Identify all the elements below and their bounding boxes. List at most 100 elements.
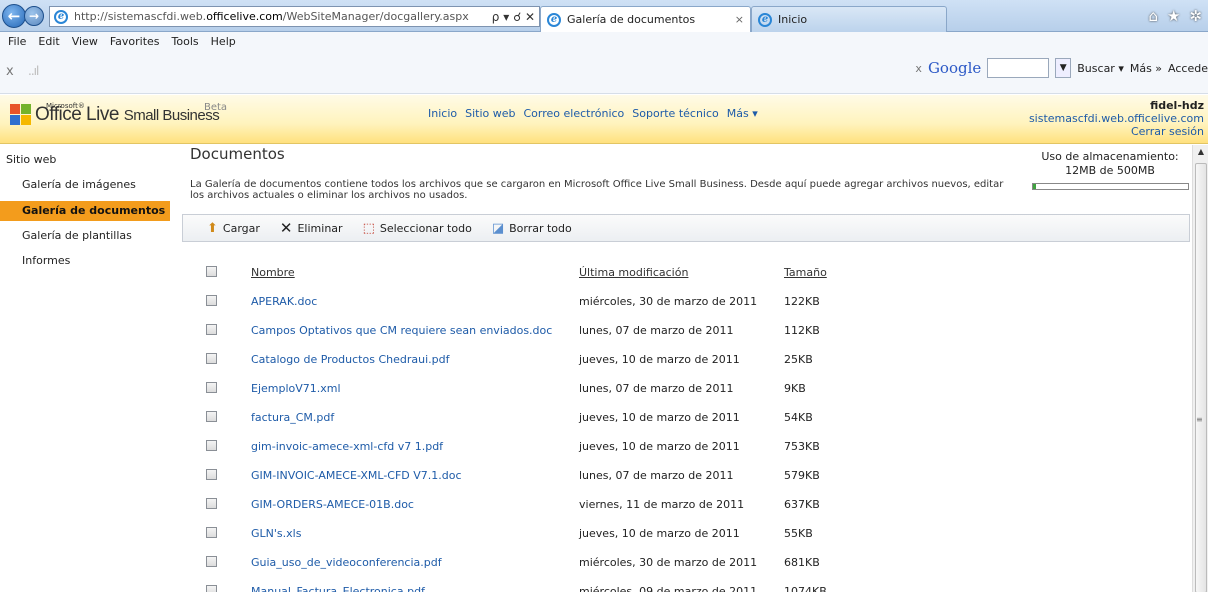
page-description: La Galería de documentos contiene todos … (190, 179, 1004, 201)
scrollbar-thumb[interactable] (1195, 163, 1207, 592)
leftnav-galeria-plantillas[interactable]: Galería de plantillas (0, 226, 170, 246)
close-toolbar-icon[interactable]: x (6, 64, 14, 79)
close-tab-icon[interactable]: × (735, 13, 744, 26)
google-search-input[interactable] (987, 58, 1050, 78)
forward-arrow-icon[interactable]: → (24, 6, 44, 26)
modified-date: lunes, 07 de marzo de 2011 (579, 382, 734, 395)
document-link[interactable]: gim-invoic-amece-xml-cfd v7 1.pdf (251, 440, 443, 453)
microsoft-label: Microsoft® (46, 102, 85, 110)
google-buscar-button[interactable]: Buscar ▾ (1077, 62, 1124, 75)
office-live-logo[interactable]: Microsoft® Office Live Small Business (10, 102, 220, 126)
command-toolbar: x ..ıl x Google ▼ Buscar ▾ Más » Accede (0, 50, 1208, 94)
logout-link[interactable]: Cerrar sesión (1029, 125, 1204, 138)
column-header-size[interactable]: Tamaño (784, 266, 827, 279)
menu-tools[interactable]: Tools (172, 35, 199, 48)
tab-galeria-documentos[interactable]: e Galería de documentos × (540, 6, 751, 32)
google-mas-button[interactable]: Más » (1130, 62, 1162, 75)
documents-table: Nombre Última modificación Tamaño APERAK… (200, 258, 864, 592)
row-checkbox[interactable] (206, 526, 217, 538)
leftnav-informes[interactable]: Informes (0, 251, 170, 271)
row-checkbox[interactable] (206, 294, 217, 306)
menu-file[interactable]: File (8, 35, 26, 48)
row-checkbox[interactable] (206, 410, 217, 422)
ie-logo-icon: e (54, 9, 68, 24)
document-link[interactable]: GLN's.xls (251, 527, 301, 540)
row-checkbox[interactable] (206, 584, 217, 592)
nav-mas[interactable]: Más ▾ (727, 107, 758, 120)
row-checkbox[interactable] (206, 497, 217, 509)
modified-date: jueves, 10 de marzo de 2011 (579, 353, 740, 366)
table-row: Catalogo de Productos Chedraui.pdf jueves… (200, 345, 864, 374)
google-dropdown-icon[interactable]: ▼ (1055, 58, 1072, 78)
google-logo: Google (927, 59, 982, 77)
back-arrow-icon[interactable]: ← (2, 4, 26, 28)
user-name: fidel-hdz (1150, 99, 1204, 112)
leftnav-sitio-web[interactable]: Sitio web (0, 150, 170, 170)
menu-favorites[interactable]: Favorites (110, 35, 160, 48)
nav-inicio[interactable]: Inicio (428, 107, 457, 120)
document-link[interactable]: GIM-INVOIC-AMECE-XML-CFD V7.1.doc (251, 469, 462, 482)
leftnav-galeria-imagenes[interactable]: Galería de imágenes (0, 175, 170, 195)
file-size: 122KB (784, 295, 820, 308)
row-checkbox[interactable] (206, 439, 217, 451)
document-link[interactable]: EjemploV71.xml (251, 382, 341, 395)
document-link[interactable]: Catalogo de Productos Chedraui.pdf (251, 353, 449, 366)
modified-date: miércoles, 09 de marzo de 2011 (579, 585, 758, 592)
document-link[interactable]: Campos Optativos que CM requiere sean en… (251, 324, 552, 337)
ie-logo-icon: e (547, 12, 561, 27)
delete-button[interactable]: ✕ Eliminar (279, 218, 343, 237)
google-toolbar: x Google ▼ Buscar ▾ Más » Accede (915, 58, 1208, 78)
leftnav-galeria-documentos[interactable]: Galería de documentos (0, 201, 170, 221)
row-checkbox[interactable] (206, 555, 217, 567)
site-link[interactable]: sistemascfdi.web.officelive.com (1029, 112, 1204, 125)
storage-label: Uso de almacenamiento: (1041, 150, 1179, 163)
modified-date: miércoles, 30 de marzo de 2011 (579, 556, 758, 569)
favorites-star-icon[interactable]: ★ (1167, 7, 1180, 25)
modified-date: miércoles, 30 de marzo de 2011 (579, 295, 758, 308)
table-row: GIM-INVOIC-AMECE-XML-CFD V7.1.doc lunes, … (200, 461, 864, 490)
row-checkbox[interactable] (206, 468, 217, 480)
document-link[interactable]: Manual_Factura_Electronica.pdf (251, 585, 425, 592)
tab-inicio[interactable]: e Inicio (751, 6, 947, 32)
upload-button[interactable]: ⬆ Cargar (207, 222, 260, 235)
menu-view[interactable]: View (72, 35, 98, 48)
document-action-bar: ⬆ Cargar ✕ Eliminar ⬚ Seleccionar todo ◪… (182, 214, 1190, 242)
column-header-name[interactable]: Nombre (251, 266, 295, 279)
nav-correo[interactable]: Correo electrónico (524, 107, 625, 120)
storage-bar-fill (1032, 184, 1037, 189)
document-link[interactable]: GIM-ORDERS-AMECE-01B.doc (251, 498, 414, 511)
row-checkbox[interactable] (206, 381, 217, 393)
menu-edit[interactable]: Edit (38, 35, 59, 48)
select-all-icon: ⬚ (362, 220, 375, 236)
document-link[interactable]: APERAK.doc (251, 295, 317, 308)
modified-date: viernes, 11 de marzo de 2011 (579, 498, 745, 511)
google-close-icon[interactable]: x (915, 62, 922, 75)
google-accede-button[interactable]: Accede (1168, 62, 1208, 75)
beta-label: Beta (204, 102, 228, 113)
table-row: factura_CM.pdf jueves, 10 de marzo de 201… (200, 403, 864, 432)
row-checkbox[interactable] (206, 352, 217, 364)
table-row: Campos Optativos que CM requiere sean en… (200, 316, 864, 345)
row-checkbox[interactable] (206, 323, 217, 335)
clear-all-button[interactable]: ◪ Borrar todo (492, 222, 572, 235)
signal-icon: ..ıl (28, 64, 39, 78)
document-link[interactable]: factura_CM.pdf (251, 411, 334, 424)
delete-x-icon: ✕ (279, 218, 293, 237)
nav-soporte[interactable]: Soporte técnico (632, 107, 718, 120)
nav-sitio-web[interactable]: Sitio web (465, 107, 515, 120)
select-all-checkbox[interactable] (206, 265, 217, 277)
document-link[interactable]: Guia_uso_de_videoconferencia.pdf (251, 556, 442, 569)
select-all-button[interactable]: ⬚ Seleccionar todo (363, 222, 472, 235)
address-controls[interactable]: ρ ▾ ☌ ✕ (492, 10, 539, 24)
storage-value: 12MB de 500MB (1065, 164, 1155, 177)
home-icon[interactable]: ⌂ (1148, 7, 1158, 25)
table-row: GLN's.xls jueves, 10 de marzo de 2011 55KB (200, 519, 864, 548)
page-scrollbar[interactable]: ▲ ≡ (1192, 145, 1208, 592)
browser-titlebar: ← → e http://sistemascfdi.web.officelive… (0, 0, 1208, 32)
scroll-up-arrow-icon[interactable]: ▲ (1193, 145, 1208, 159)
file-size: 637KB (784, 498, 820, 511)
address-bar[interactable]: e http://sistemascfdi.web.officelive.com… (49, 6, 540, 27)
menu-help[interactable]: Help (211, 35, 236, 48)
column-header-modified[interactable]: Última modificación (579, 266, 688, 279)
tools-gear-icon[interactable]: ✲ (1189, 7, 1202, 25)
